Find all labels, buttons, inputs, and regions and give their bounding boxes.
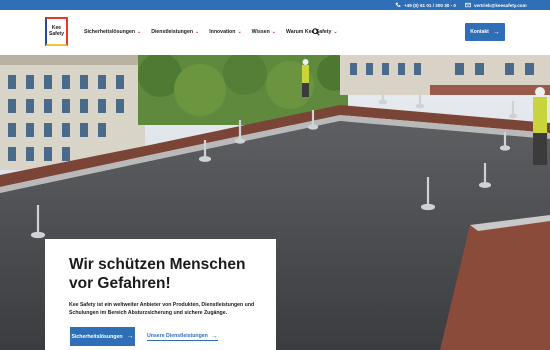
top-contact-bar: +49 (0) 61 01 / 300 30 - 0 vertrieb@kees… xyxy=(0,0,550,10)
chevron-down-icon: ⌄ xyxy=(333,29,338,35)
contact-button[interactable]: Kontakt → xyxy=(465,23,505,41)
chevron-down-icon: ⌄ xyxy=(237,29,242,35)
arrow-right-icon: → xyxy=(210,332,218,340)
solutions-button-label: Sicherheitslösungen xyxy=(71,333,123,340)
nav-item-innovation[interactable]: Innovation ⌄ xyxy=(209,29,241,35)
building-right xyxy=(340,55,550,95)
services-link-label: Unsere Dienstleistungen xyxy=(147,333,208,339)
solutions-button[interactable]: Sicherheitslösungen → xyxy=(70,327,135,346)
nav-item-dienstleistungen[interactable]: Dienstleistungen ⌄ xyxy=(151,29,199,35)
hero-card: Wir schützen Menschen vor Gefahren! Kee … xyxy=(45,239,276,350)
search-icon[interactable] xyxy=(312,28,320,36)
phone-number[interactable]: +49 (0) 61 01 / 300 30 - 0 xyxy=(404,3,456,8)
email-contact[interactable]: vertrieb@keesafety.com xyxy=(465,0,527,10)
arrow-right-icon: → xyxy=(126,333,134,340)
hero-description: Kee Safety ist ein weltweiter Anbieter v… xyxy=(69,302,255,316)
arrow-right-icon: → xyxy=(492,28,500,36)
logo-text: Kee Safety xyxy=(48,25,64,37)
main-navigation: Sicherheitslösungen ⌄ Dienstleistungen ⌄… xyxy=(84,27,338,37)
mail-icon xyxy=(465,2,471,8)
kee-safety-logo[interactable]: Kee Safety xyxy=(45,17,68,46)
chevron-down-icon: ⌄ xyxy=(271,29,276,35)
hero-title: Wir schützen Menschen vor Gefahren! xyxy=(69,256,246,292)
nav-item-label: Dienstleistungen xyxy=(151,29,194,35)
email-address[interactable]: vertrieb@keesafety.com xyxy=(474,3,527,8)
nav-item-label: Innovation xyxy=(209,29,236,35)
phone-contact[interactable]: +49 (0) 61 01 / 300 30 - 0 xyxy=(395,0,456,10)
nav-item-label: Sicherheitslösungen xyxy=(84,29,136,35)
phone-icon xyxy=(395,2,401,7)
chevron-down-icon: ⌄ xyxy=(195,29,200,35)
nav-item-label: Warum Kee Safety xyxy=(286,29,332,35)
nav-item-sicherheitsloesungen[interactable]: Sicherheitslösungen ⌄ xyxy=(84,29,141,35)
chevron-down-icon: ⌄ xyxy=(137,29,142,35)
contact-button-label: Kontakt xyxy=(470,29,489,35)
services-link[interactable]: Unsere Dienstleistungen → xyxy=(147,332,218,341)
nav-item-label: Wissen xyxy=(251,29,270,35)
nav-item-wissen[interactable]: Wissen ⌄ xyxy=(252,29,276,35)
